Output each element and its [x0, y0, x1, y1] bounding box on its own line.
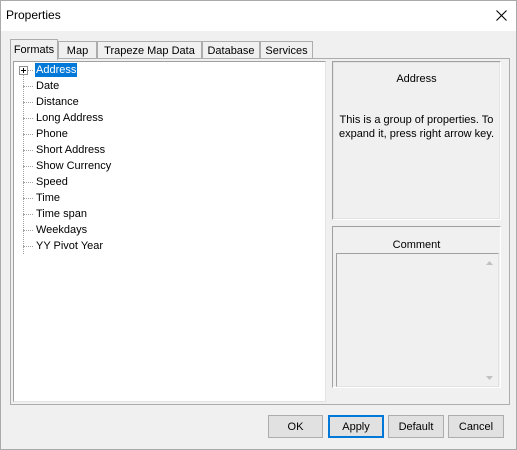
comment-scrollbar[interactable]: [481, 254, 498, 386]
scroll-down-arrow-icon[interactable]: [481, 369, 498, 386]
tree-item-label: Show Currency: [36, 160, 112, 172]
tree-item-weekdays[interactable]: Weekdays: [14, 222, 214, 238]
tree-item-long-address[interactable]: Long Address: [14, 110, 214, 126]
window-title: Properties: [6, 8, 61, 22]
title-bar: Properties: [1, 1, 516, 31]
tree-item-label: Weekdays: [36, 224, 88, 236]
tree-item-date[interactable]: Date: [14, 78, 214, 94]
tab-label: Database: [207, 44, 255, 57]
tree-item-time-span[interactable]: Time span: [14, 206, 214, 222]
tree-item-speed[interactable]: Speed: [14, 174, 214, 190]
tree-item-short-address[interactable]: Short Address: [14, 142, 214, 158]
close-icon: [495, 9, 507, 21]
tree-item-yy-pivot-year[interactable]: YY Pivot Year: [14, 238, 214, 254]
tab-label: Trapeze Map Data: [104, 44, 195, 57]
tree-item-label: YY Pivot Year: [36, 240, 104, 252]
close-button[interactable]: [486, 1, 516, 29]
tree-item-label: Time span: [36, 208, 87, 220]
tree-item-label: Address: [35, 63, 78, 77]
tab-services[interactable]: Services: [260, 41, 313, 59]
tree-item-label: Distance: [36, 96, 79, 108]
tree-item-label: Long Address: [36, 112, 104, 124]
tab-formats[interactable]: Formats: [10, 39, 58, 60]
cancel-button[interactable]: Cancel: [448, 415, 504, 438]
tab-label: Formats: [13, 44, 55, 56]
description-text: This is a group of properties. To expand…: [338, 114, 495, 140]
tree-item-label: Time: [36, 192, 61, 204]
ok-button[interactable]: OK: [268, 415, 323, 438]
tab-trapeze-map-data[interactable]: Trapeze Map Data: [97, 41, 202, 59]
comment-label: Comment: [392, 239, 441, 251]
comment-panel: Comment: [332, 226, 501, 388]
tab-label: Services: [265, 44, 308, 57]
formats-tab-panel: Address Date Distance Long Address Phone…: [10, 58, 510, 405]
tree-item-label: Date: [36, 80, 60, 92]
description-panel: Address This is a group of properties. T…: [332, 61, 501, 220]
properties-dialog: Properties Formats Map Trapeze Map Data …: [0, 0, 517, 450]
tab-database[interactable]: Database: [202, 41, 260, 59]
tree-item-label: Phone: [36, 128, 68, 140]
properties-tree[interactable]: Address Date Distance Long Address Phone…: [13, 61, 326, 402]
description-title: Address: [396, 73, 437, 85]
tree-item-show-currency[interactable]: Show Currency: [14, 158, 214, 174]
default-button[interactable]: Default: [388, 415, 444, 438]
scroll-up-arrow-icon[interactable]: [481, 254, 498, 271]
tree-item-label: Short Address: [36, 144, 106, 156]
expand-plus-icon[interactable]: [19, 66, 28, 75]
tree-item-label: Speed: [36, 176, 68, 188]
apply-button[interactable]: Apply: [328, 415, 384, 438]
tree-item-distance[interactable]: Distance: [14, 94, 214, 110]
tab-label: Map: [66, 44, 89, 57]
tree-item-phone[interactable]: Phone: [14, 126, 214, 142]
tab-map[interactable]: Map: [58, 41, 97, 59]
tree-item-address[interactable]: Address: [14, 62, 214, 78]
comment-textarea[interactable]: [336, 253, 499, 387]
tree-item-time[interactable]: Time: [14, 190, 214, 206]
